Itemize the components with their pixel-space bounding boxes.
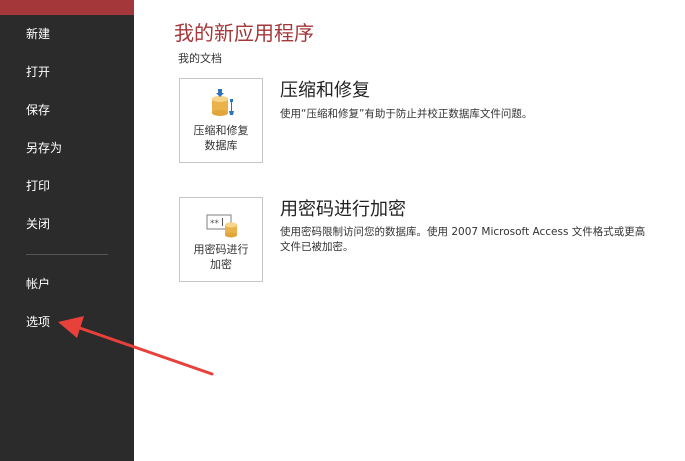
backstage-sidebar: 新建 打开 保存 另存为 打印 关闭 帐户 选项 [0, 0, 134, 461]
compact-repair-label-2: 数据库 [204, 139, 238, 152]
main-content: 我的新应用程序 我的文档 压缩和修复 数据库 压缩和修复 使用“压缩和修复”有助… [134, 0, 685, 461]
svg-text:**: ** [210, 219, 220, 229]
compact-repair-icon [212, 89, 234, 116]
sidebar-item-new[interactable]: 新建 [26, 27, 50, 41]
encrypt-password-label-2: 加密 [210, 258, 232, 271]
sidebar-active-item[interactable] [0, 0, 134, 15]
sidebar-item-print[interactable]: 打印 [26, 179, 50, 193]
encrypt-password-description-2: 文件已被加密。 [280, 241, 354, 253]
document-path: 我的文档 [178, 52, 222, 65]
encrypt-password-description-1: 使用密码限制访问您的数据库。使用 2007 Microsoft Access 文… [280, 226, 646, 238]
sidebar-item-close[interactable]: 关闭 [26, 217, 50, 231]
page-title: 我的新应用程序 [174, 21, 314, 45]
encrypt-password-label-1: 用密码进行 [193, 243, 249, 256]
sidebar-item-options[interactable]: 选项 [26, 315, 50, 329]
compact-repair-description: 使用“压缩和修复”有助于防止并校正数据库文件问题。 [280, 108, 533, 120]
sidebar-item-save[interactable]: 保存 [26, 103, 50, 117]
compact-repair-label-1: 压缩和修复 [193, 124, 249, 137]
compact-repair-title: 压缩和修复 [280, 80, 370, 101]
sidebar-item-save-as[interactable]: 另存为 [26, 141, 62, 155]
encrypt-password-icon: ** [206, 214, 237, 238]
sidebar-divider [26, 254, 108, 255]
sidebar-item-open[interactable]: 打开 [26, 65, 50, 79]
compact-repair-button[interactable]: 压缩和修复 数据库 [179, 78, 263, 163]
sidebar-item-account[interactable]: 帐户 [26, 277, 50, 291]
encrypt-password-title: 用密码进行加密 [280, 199, 406, 220]
encrypt-password-button[interactable]: ** 用密码进行 加密 [179, 197, 263, 282]
